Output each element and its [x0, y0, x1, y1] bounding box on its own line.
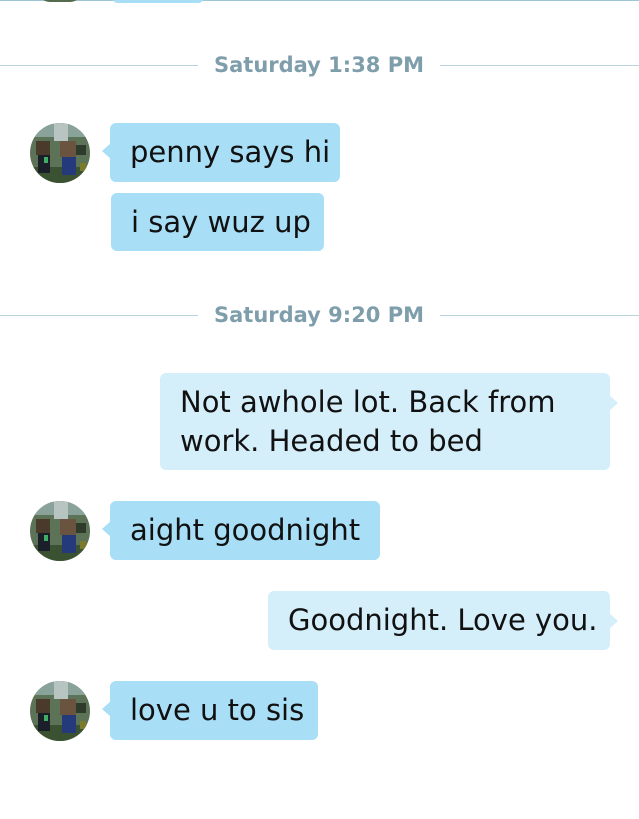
message-text: penny says hi	[130, 135, 331, 169]
timestamp-label: Saturday 9:20 PM	[213, 303, 425, 327]
message-text-line: Not awhole lot. Back from	[180, 385, 556, 419]
message-text-line: work. Headed to bed	[180, 424, 483, 458]
separator-line-right	[440, 315, 639, 316]
message-bubble-outgoing[interactable]: Goodnight. Love you.	[268, 591, 618, 650]
message-bubble-incoming[interactable]: aight goodnight	[102, 501, 380, 560]
contact-avatar-icon[interactable]	[30, 123, 90, 183]
timestamp-separator: Saturday 1:38 PM	[0, 53, 639, 77]
timestamp-label: Saturday 1:38 PM	[213, 53, 425, 77]
contact-avatar-icon[interactable]	[30, 501, 90, 561]
message-bubble-incoming[interactable]: i say wuz up	[111, 193, 324, 251]
separator-line-right	[440, 65, 639, 66]
message-bubble-incoming[interactable]: penny says hi	[102, 123, 340, 182]
message-text: i say wuz up	[131, 205, 311, 239]
separator-line-left	[0, 65, 198, 66]
message-text: aight goodnight	[130, 513, 361, 547]
message-bubble-outgoing[interactable]: Not awhole lot. Back from work. Headed t…	[160, 373, 618, 470]
partial-message-bubble[interactable]	[112, 0, 204, 3]
message-text: love u to sis	[130, 693, 305, 727]
top-divider	[0, 0, 639, 1]
avatar-image	[30, 681, 90, 741]
contact-avatar-icon[interactable]	[30, 681, 90, 741]
message-text: Goodnight. Love you.	[288, 603, 598, 637]
timestamp-separator: Saturday 9:20 PM	[0, 303, 639, 327]
avatar-image	[30, 501, 90, 561]
partial-avatar	[38, 0, 82, 2]
avatar-image	[30, 123, 90, 183]
chat-conversation: Saturday 1:38 PM penny says hi i say wuz…	[0, 0, 639, 819]
message-bubble-incoming[interactable]: love u to sis	[102, 681, 318, 740]
separator-line-left	[0, 315, 198, 316]
